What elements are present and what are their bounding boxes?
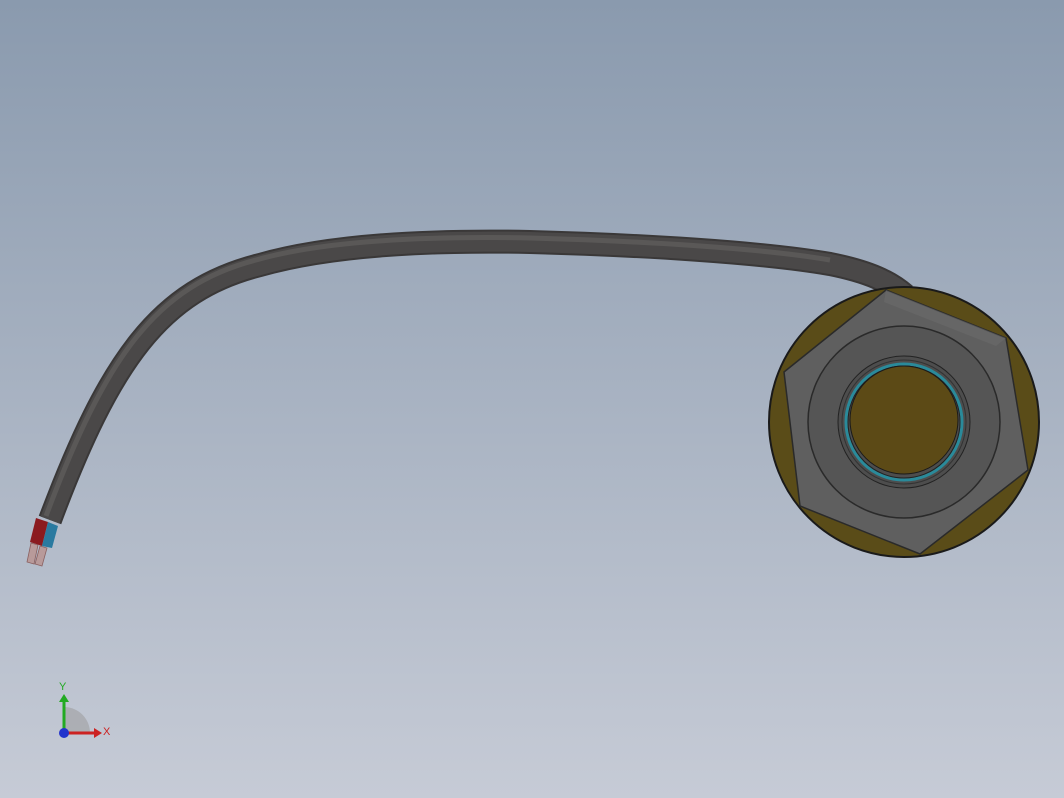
3d-scene[interactable]: Y X (0, 0, 1064, 798)
sensor-face (849, 365, 959, 475)
proximity-sensor[interactable] (768, 286, 1040, 558)
x-axis-label: X (103, 726, 111, 738)
y-axis-label: Y (59, 681, 67, 693)
graphics-viewport[interactable]: Y X (0, 0, 1064, 798)
z-axis-dot (59, 728, 69, 738)
